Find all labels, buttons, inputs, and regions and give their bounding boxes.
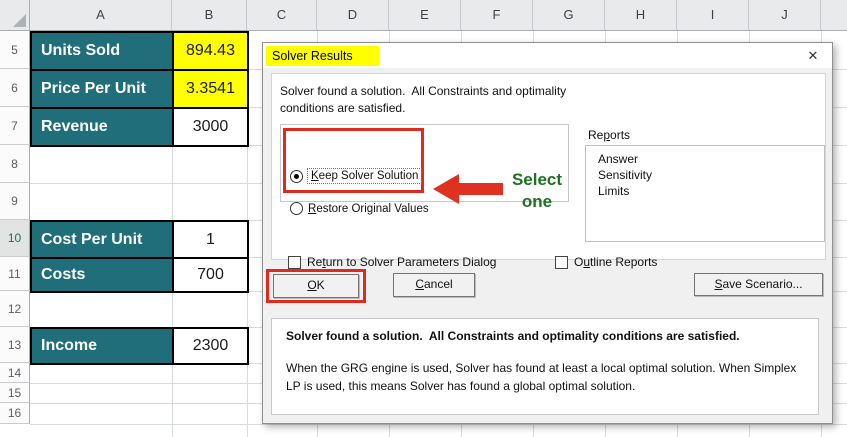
- reports-listbox[interactable]: Answer Sensitivity Limits: [585, 145, 825, 242]
- cell-b13-value[interactable]: 2300: [172, 327, 249, 365]
- row-header-13[interactable]: 13: [0, 327, 30, 363]
- radio-restore-original-values[interactable]: Restore Original Values: [290, 202, 429, 215]
- checkbox-unchecked-icon: [288, 255, 301, 269]
- annotation-red-box-ok: [266, 269, 366, 303]
- cancel-button-label: Cancel: [415, 277, 453, 291]
- row-header-7[interactable]: 7: [0, 107, 30, 145]
- row-header-14[interactable]: 14: [0, 363, 30, 383]
- reports-label: Reports: [588, 128, 631, 142]
- solver-results-dialog: Solver Results ✕ Solver found a solution…: [262, 42, 833, 424]
- cell-b11-value[interactable]: 700: [172, 257, 249, 293]
- reports-item-answer[interactable]: Answer: [598, 151, 824, 167]
- dialog-title: Solver Results: [266, 46, 379, 66]
- column-header-row: A B C D E F G H I J: [0, 0, 847, 31]
- column-header-j[interactable]: J: [749, 0, 821, 30]
- radio-selected-icon: [290, 169, 303, 183]
- column-header-d[interactable]: D: [317, 0, 389, 30]
- solver-message: Solver found a solution. All Constraints…: [280, 84, 567, 115]
- cell-a6-price-per-unit[interactable]: Price Per Unit: [30, 69, 174, 109]
- dialog-title-bar[interactable]: Solver Results ✕: [263, 43, 832, 68]
- description-body: When the GRG engine is used, Solver has …: [286, 361, 797, 393]
- row-header-5[interactable]: 5: [0, 31, 30, 69]
- description-box: Solver found a solution. All Constraints…: [271, 318, 819, 415]
- reports-item-sensitivity[interactable]: Sensitivity: [598, 167, 824, 183]
- row-header-15[interactable]: 15: [0, 383, 30, 403]
- cell-a11-costs[interactable]: Costs: [30, 257, 174, 293]
- save-scenario-button[interactable]: Save Scenario...: [694, 273, 823, 296]
- column-header-e[interactable]: E: [389, 0, 461, 30]
- column-header-b[interactable]: B: [172, 0, 247, 30]
- cancel-button[interactable]: Cancel: [393, 273, 475, 297]
- cell-b7-value[interactable]: 3000: [172, 107, 249, 147]
- description-heading: Solver found a solution. All Constraints…: [286, 329, 740, 343]
- checkbox-return-to-solver[interactable]: Return to Solver Parameters Dialog: [288, 255, 496, 269]
- radio-restore-label: Restore Original Values: [308, 202, 429, 215]
- checkbox-outline-reports[interactable]: Outline Reports: [555, 255, 657, 269]
- row-header-10[interactable]: 10: [0, 220, 30, 257]
- row-header-8[interactable]: 8: [0, 145, 30, 183]
- annotation-arrow-head-icon: [433, 174, 459, 204]
- row-header-9[interactable]: 9: [0, 183, 30, 220]
- column-header-i[interactable]: I: [677, 0, 749, 30]
- cell-a10-cost-per-unit[interactable]: Cost Per Unit: [30, 220, 174, 259]
- checkbox-unchecked-icon: [555, 255, 568, 269]
- select-all-button[interactable]: [0, 0, 30, 30]
- row-header-6[interactable]: 6: [0, 69, 30, 107]
- column-header-c[interactable]: C: [247, 0, 317, 30]
- dialog-body-panel: Solver found a solution. All Constraints…: [271, 73, 826, 269]
- column-header-g[interactable]: G: [533, 0, 605, 30]
- cell-a7-revenue[interactable]: Revenue: [30, 107, 174, 147]
- radio-keep-solver-solution[interactable]: Keep Solver Solution: [290, 168, 423, 184]
- checkbox-return-label: Return to Solver Parameters Dialog: [307, 255, 497, 269]
- excel-window: A B C D E F G H I J 5 6 7 8 9 10 11 12 1…: [0, 0, 847, 437]
- save-scenario-button-label: Save Scenario...: [714, 277, 803, 291]
- column-header-f[interactable]: F: [461, 0, 533, 30]
- column-header-h[interactable]: H: [605, 0, 677, 30]
- checkbox-outline-label: Outline Reports: [574, 255, 658, 269]
- close-icon[interactable]: ✕: [804, 47, 822, 65]
- column-header-partial[interactable]: [821, 0, 847, 30]
- column-header-a[interactable]: A: [30, 0, 172, 30]
- cell-b10-value[interactable]: 1: [172, 220, 249, 259]
- radio-keep-label: Keep Solver Solution: [306, 168, 423, 184]
- annotation-select-one: Select one: [511, 170, 563, 211]
- select-all-triangle-icon: [13, 14, 26, 27]
- row-header-16[interactable]: 16: [0, 403, 30, 424]
- cell-a5-units-sold[interactable]: Units Sold: [30, 31, 174, 71]
- cell-a13-income[interactable]: Income: [30, 327, 174, 365]
- annotation-red-box-radios: [283, 128, 424, 193]
- cell-b5-value[interactable]: 894.43: [172, 31, 249, 71]
- reports-item-limits[interactable]: Limits: [598, 183, 824, 199]
- radio-unselected-icon: [290, 202, 303, 215]
- row-header-11[interactable]: 11: [0, 257, 30, 291]
- cell-b6-value[interactable]: 3.3541: [172, 69, 249, 109]
- row-header-12[interactable]: 12: [0, 291, 30, 327]
- gridline: [30, 424, 847, 425]
